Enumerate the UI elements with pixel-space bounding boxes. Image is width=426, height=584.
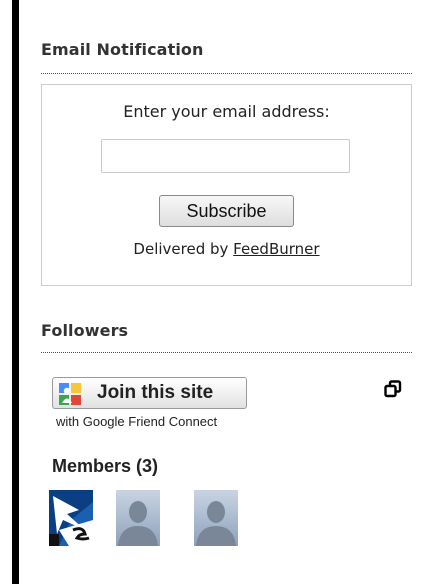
custom-profile-photo <box>49 490 93 546</box>
default-user-silhouette-icon <box>116 490 160 546</box>
left-border-bar <box>12 0 19 584</box>
google-friend-connect-caption: with Google Friend Connect <box>56 414 218 429</box>
feedburner-link[interactable]: FeedBurner <box>233 240 319 258</box>
popout-window-icon[interactable] <box>384 380 402 398</box>
email-prompt-label: Enter your email address: <box>123 102 330 121</box>
subscribe-button[interactable]: Subscribe <box>159 195 294 227</box>
delivered-by-prefix: Delivered by <box>133 240 234 258</box>
join-this-site-button[interactable]: Join this site <box>52 377 247 409</box>
member-avatar-3[interactable] <box>194 490 238 546</box>
google-friend-connect-icon <box>59 383 81 405</box>
members-count-label: Members (3) <box>52 456 159 476</box>
join-this-site-label: Join this site <box>97 382 214 403</box>
default-user-silhouette-icon <box>194 490 238 546</box>
member-avatar-1[interactable] <box>49 490 93 546</box>
email-notification-title: Email Notification <box>41 40 204 59</box>
followers-title-divider <box>41 352 412 353</box>
member-avatar-2[interactable] <box>116 490 160 546</box>
delivered-by-text: Delivered by FeedBurner <box>42 240 411 258</box>
email-subscription-box: Enter your email address: Subscribe Deli… <box>41 84 412 286</box>
email-input[interactable] <box>101 139 350 173</box>
email-title-divider <box>41 73 412 74</box>
followers-title: Followers <box>41 321 129 340</box>
